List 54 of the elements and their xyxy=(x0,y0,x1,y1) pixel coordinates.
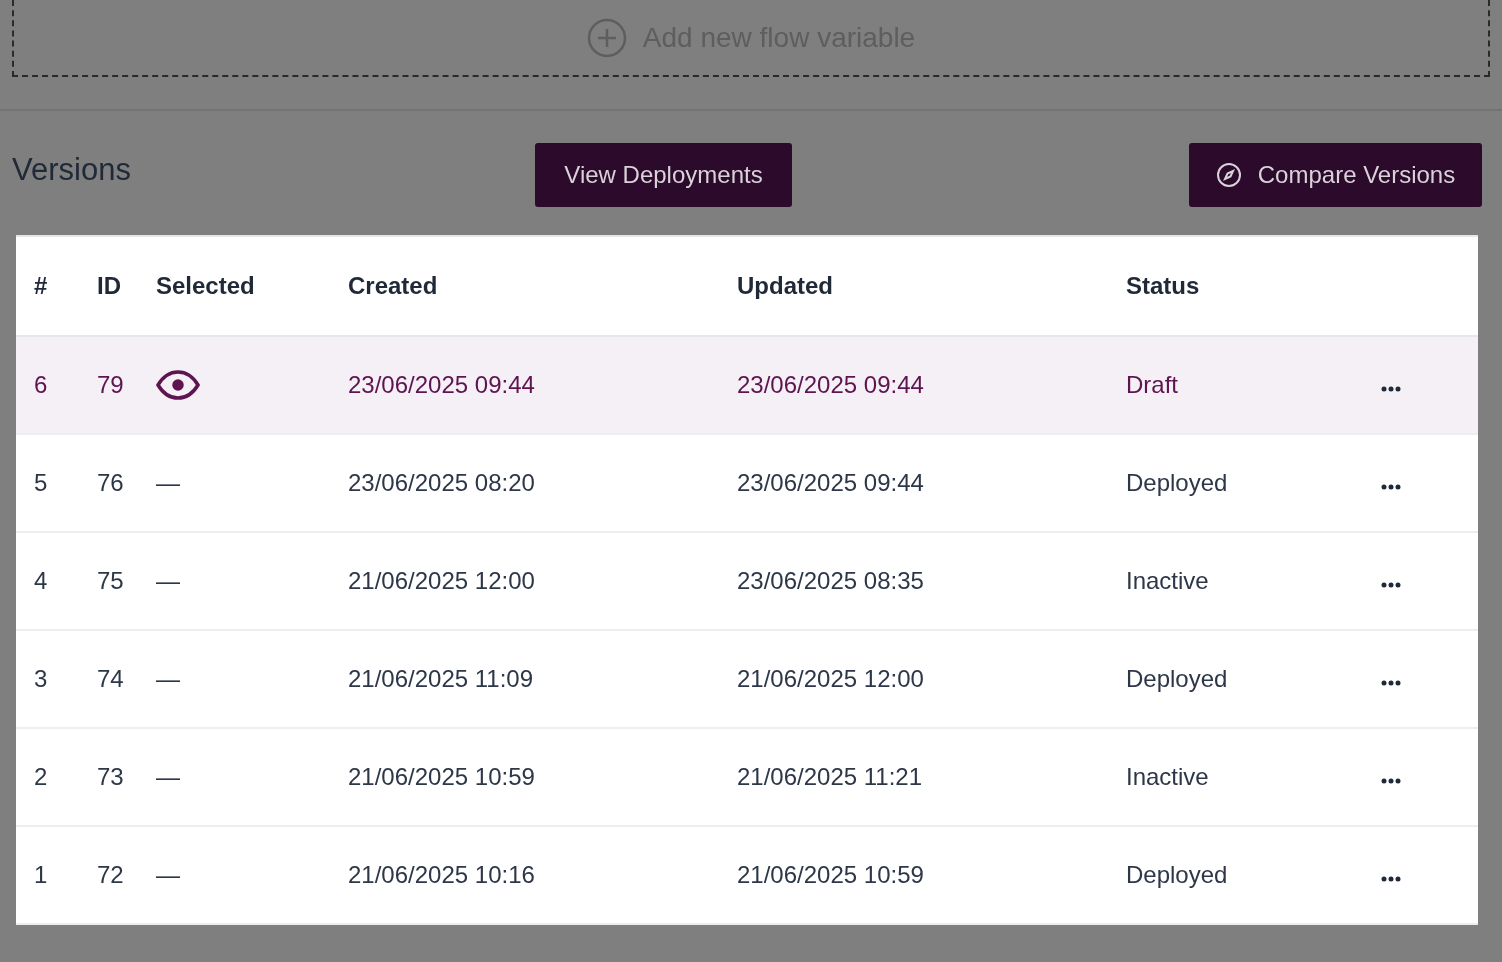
table-cell: 79 xyxy=(97,371,124,398)
table-cell: 23/06/2025 08:35 xyxy=(737,567,924,594)
table-cell: 5 xyxy=(34,469,48,496)
table-cell: — xyxy=(156,665,180,692)
table-cell: 1 xyxy=(34,861,48,888)
compass-icon xyxy=(1215,162,1242,188)
more-icon[interactable] xyxy=(1381,680,1401,686)
table-cell: — xyxy=(156,469,180,496)
column-header: # xyxy=(34,272,48,299)
view-deployments-button[interactable]: View Deployments xyxy=(535,143,792,207)
column-header: Status xyxy=(1126,272,1200,299)
table-cell: 6 xyxy=(34,371,48,398)
table-cell: Inactive xyxy=(1126,763,1209,790)
column-header: Updated xyxy=(737,272,833,299)
table-cell: 23/06/2025 09:44 xyxy=(348,371,535,398)
more-icon[interactable] xyxy=(1381,484,1401,490)
more-icon[interactable] xyxy=(1381,876,1401,882)
table-cell: — xyxy=(156,567,180,594)
table-row[interactable]: 6 79 23/06/2025 09:44 23/06/2025 09:44 Draft xyxy=(16,337,1478,435)
table-cell: 4 xyxy=(34,567,48,594)
more-icon[interactable] xyxy=(1381,582,1401,588)
compare-versions-button[interactable]: Compare Versions xyxy=(1189,143,1482,207)
table-cell: — xyxy=(156,861,180,888)
table-cell: — xyxy=(156,763,180,790)
column-header: Selected xyxy=(156,272,255,299)
table-cell: Deployed xyxy=(1126,469,1228,496)
table-cell: 3 xyxy=(34,665,48,692)
table-cell: 21/06/2025 10:59 xyxy=(348,763,535,790)
table-cell: Deployed xyxy=(1126,861,1228,888)
table-cell: Draft xyxy=(1126,371,1178,398)
table-cell: 76 xyxy=(97,469,124,496)
table-cell: 21/06/2025 10:16 xyxy=(348,861,535,888)
more-icon[interactable] xyxy=(1381,386,1401,392)
table-cell: 72 xyxy=(97,861,124,888)
table-cell: 73 xyxy=(97,763,124,790)
table-cell: 75 xyxy=(97,567,124,594)
column-header: Created xyxy=(348,272,438,299)
more-icon[interactable] xyxy=(1381,778,1401,784)
eye-icon xyxy=(156,370,200,400)
table-cell: 23/06/2025 08:20 xyxy=(348,469,535,496)
table-cell: 21/06/2025 12:00 xyxy=(348,567,535,594)
table-cell: 2 xyxy=(34,763,48,790)
versions-heading: Versions xyxy=(12,151,132,189)
table-cell: 21/06/2025 10:59 xyxy=(737,861,924,888)
table-cell: 21/06/2025 12:00 xyxy=(737,665,924,692)
table-cell: 23/06/2025 09:44 xyxy=(737,469,924,496)
plus-circle-icon xyxy=(586,17,627,58)
table-cell: 21/06/2025 11:21 xyxy=(737,763,923,790)
table-cell: 23/06/2025 09:44 xyxy=(737,371,924,398)
table-cell: Inactive xyxy=(1126,567,1209,594)
table-cell: 74 xyxy=(97,665,124,692)
column-header: ID xyxy=(97,272,121,299)
table-cell: Deployed xyxy=(1126,665,1228,692)
table-cell: 21/06/2025 11:09 xyxy=(348,665,534,692)
